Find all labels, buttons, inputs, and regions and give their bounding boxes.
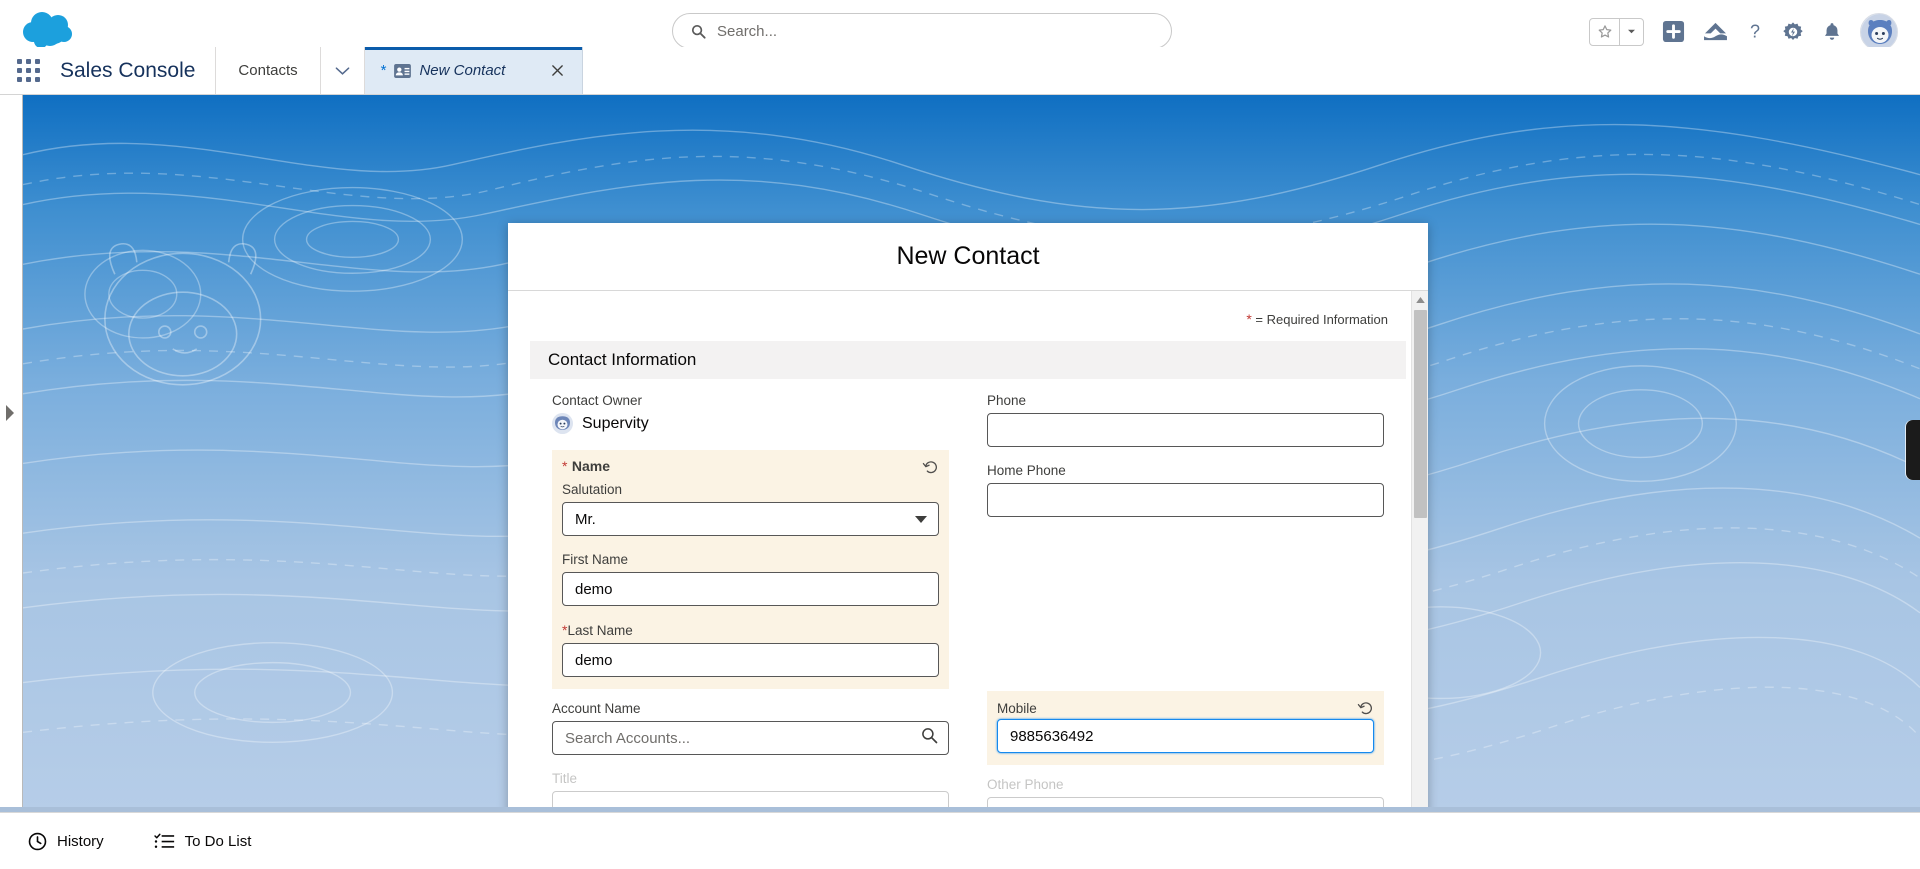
utility-bar: History To Do List [0,812,1920,869]
scroll-up-arrow-icon[interactable] [1412,291,1428,308]
field-title: Title [552,771,949,812]
app-name: Sales Console [56,47,217,94]
home-phone-input[interactable] [987,483,1384,517]
workspace-tab-new-contact[interactable]: * New Contact [364,47,583,94]
help-icon[interactable]: ? [1746,21,1764,43]
utility-item-todo-list[interactable]: To Do List [144,827,262,856]
name-group-label: Name [571,458,611,474]
right-column-spacer [987,533,1384,691]
last-name-label-text: Last Name [567,623,633,638]
chevron-down-icon[interactable] [321,47,365,94]
name-required-star: * [562,458,568,474]
expand-left-panel-icon[interactable] [6,405,14,421]
service-setup-icon[interactable] [1703,21,1728,42]
home-phone-label: Home Phone [987,463,1066,478]
clock-icon [28,832,47,851]
salutation-select[interactable]: Mr. [562,502,939,536]
field-salutation: Salutation Mr. [562,482,939,536]
modal-scrollbar[interactable] [1411,291,1428,812]
field-group-name: * Name Salutation Mr. First Name demo *L… [552,450,949,689]
other-phone-label: Other Phone [987,777,1064,792]
mobile-input[interactable] [997,719,1374,753]
astro-avatar [552,413,573,434]
title-label: Title [552,771,578,786]
global-actions-icon[interactable] [1662,20,1685,43]
workspace-area: New Contact * = Required Information Con… [0,95,1920,812]
required-information-note: * = Required Information [530,291,1406,341]
todo-list-icon [153,833,175,850]
nav-tab-contacts[interactable]: Contacts [216,47,321,94]
favorites-dropdown-icon[interactable] [1619,18,1643,45]
undo-arrow-icon[interactable] [921,458,939,476]
contact-record-icon [394,63,412,78]
unsaved-indicator: * [380,62,387,79]
expand-right-panel-icon[interactable] [1906,420,1920,480]
last-name-label: *Last Name [562,622,939,638]
search-box[interactable]: Search... [672,13,1172,49]
section-header-contact-information: Contact Information [530,341,1406,379]
field-group-mobile: Mobile [987,691,1384,765]
search-icon [691,24,706,39]
form-column-right: Phone Home Phone Mobile 9885636492 Other… [987,393,1384,812]
utility-item-label: To Do List [184,832,252,850]
contact-owner-label: Contact Owner [552,393,643,408]
astro-watermark [104,242,262,386]
utility-item-history[interactable]: History [18,826,114,857]
modal-body: * = Required Information Contact Informa… [508,291,1428,812]
account-name-label: Account Name [552,701,641,716]
svg-text:?: ? [1750,21,1760,41]
favorites-group[interactable] [1589,17,1644,46]
last-name-input[interactable] [562,643,939,677]
global-search[interactable]: Search... [672,13,1172,49]
required-star: * [1246,311,1252,327]
field-contact-owner: Contact Owner Supervity [552,393,949,434]
field-home-phone: Home Phone [987,463,1384,517]
setup-gear-icon[interactable] [1782,21,1804,43]
contact-owner-value: Supervity [582,414,649,432]
mobile-label: Mobile [997,700,1037,716]
utility-item-label: History [57,832,104,850]
field-last-name: *Last Name [562,622,939,677]
phone-label: Phone [987,393,1027,408]
favorites-star-icon[interactable] [1590,19,1619,45]
first-name-input[interactable] [562,572,939,606]
notifications-bell-icon[interactable] [1822,21,1842,43]
close-icon[interactable] [551,64,564,77]
console-navigation-bar: Sales Console Contacts * New Contact [0,47,1920,95]
undo-arrow-icon[interactable] [1356,699,1374,717]
search-placeholder: Search... [717,22,778,40]
left-panel-rail [0,95,23,812]
workspace-tab-label: New Contact [419,62,506,79]
field-phone: Phone [987,393,1384,447]
modal-title: New Contact [896,242,1040,270]
phone-input[interactable] [987,413,1384,447]
field-first-name: First Name [562,552,939,606]
modal-scrollbar-thumb[interactable] [1414,310,1427,518]
form-column-left: Contact Owner Supervity * Name Salutatio… [552,393,949,812]
required-note-text: = Required Information [1255,312,1388,327]
app-launcher-waffle-icon[interactable] [0,47,56,94]
user-avatar[interactable] [1860,12,1898,51]
field-account-name: Account Name [552,701,949,755]
modal-header: New Contact [508,223,1428,291]
salutation-label: Salutation [562,482,623,497]
contact-form-grid: Contact Owner Supervity * Name Salutatio… [530,379,1406,812]
first-name-label: First Name [562,552,629,567]
new-contact-modal: New Contact * = Required Information Con… [508,223,1428,812]
account-name-lookup-input[interactable] [552,721,949,755]
